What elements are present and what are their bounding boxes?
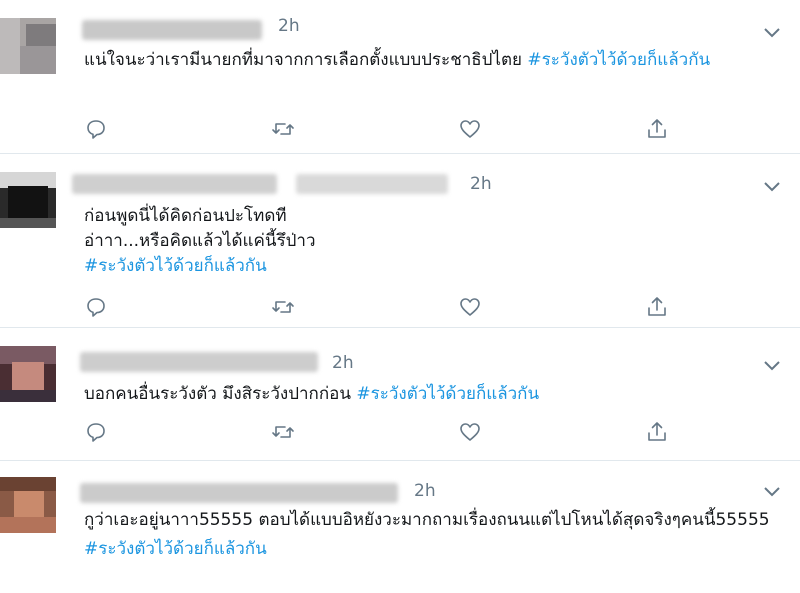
tweet-2[interactable]: 2h ก่อนพูดนี่ได้คิดก่อนปะโทดที อ่าาา...ห… <box>0 154 800 324</box>
retweet-icon <box>272 426 294 438</box>
retweet-icon <box>272 301 294 313</box>
tweet-1[interactable]: 2h แน่ใจนะว่าเรามีนายกที่มาจากการเลือกตั… <box>0 0 800 153</box>
share-icon <box>648 297 666 316</box>
reply-button[interactable] <box>84 117 110 143</box>
reply-button[interactable] <box>84 420 110 446</box>
retweet-button[interactable] <box>271 295 297 321</box>
tweet-3[interactable]: 2h บอกคนอื่นระวังตัว มึงสิระวังปากก่อน #… <box>0 328 800 458</box>
share-button[interactable] <box>645 295 671 321</box>
share-button[interactable] <box>645 117 671 143</box>
avatar[interactable] <box>0 346 56 402</box>
hashtag-link[interactable]: #ระวังตัวไว้ด้วยก็แล้วกัน <box>84 537 782 562</box>
retweet-icon <box>272 123 294 135</box>
tweet-body: บอกคนอื่นระวังตัว มึงสิระวังปากก่อน <box>84 384 351 404</box>
chevron-down-icon[interactable] <box>762 485 782 499</box>
avatar[interactable] <box>0 172 56 228</box>
chevron-down-icon[interactable] <box>762 180 782 194</box>
heart-icon <box>460 423 480 441</box>
avatar[interactable] <box>0 477 56 533</box>
author-name-blurred[interactable] <box>72 174 277 194</box>
tweet-4[interactable]: 2h กูว่าเอะอยู่นาาา55555 ตอบได้แบบอิหยัง… <box>0 461 800 593</box>
tweet-body: กูว่าเอะอยู่นาาา55555 ตอบได้แบบอิหยังวะม… <box>84 510 770 530</box>
heart-icon <box>460 298 480 316</box>
like-button[interactable] <box>458 117 484 143</box>
reply-icon <box>87 423 105 442</box>
tweet-time[interactable]: 2h <box>332 353 354 373</box>
tweet-body: ก่อนพูดนี่ได้คิดก่อนปะโทดที อ่าาา...หรือ… <box>84 206 316 251</box>
share-button[interactable] <box>645 420 671 446</box>
share-icon <box>648 119 666 138</box>
author-handle-blurred[interactable] <box>296 174 448 194</box>
tweet-text: กูว่าเอะอยู่นาาา55555 ตอบได้แบบอิหยังวะม… <box>84 508 782 562</box>
tweet-actions <box>84 420 684 446</box>
hashtag-link[interactable]: #ระวังตัวไว้ด้วยก็แล้วกัน <box>84 254 782 279</box>
reply-icon <box>87 298 105 317</box>
retweet-button[interactable] <box>271 420 297 446</box>
like-button[interactable] <box>458 420 484 446</box>
hashtag-link[interactable]: #ระวังตัวไว้ด้วยก็แล้วกัน <box>356 384 539 404</box>
author-name-blurred[interactable] <box>80 352 318 372</box>
author-name-blurred[interactable] <box>80 483 398 503</box>
tweet-body: แน่ใจนะว่าเรามีนายกที่มาจากการเลือกตั้งแ… <box>84 50 522 70</box>
reply-button[interactable] <box>84 295 110 321</box>
tweet-time[interactable]: 2h <box>278 16 300 36</box>
like-button[interactable] <box>458 295 484 321</box>
tweet-text: แน่ใจนะว่าเรามีนายกที่มาจากการเลือกตั้งแ… <box>84 48 782 73</box>
chevron-down-icon[interactable] <box>762 26 782 40</box>
share-icon <box>648 422 666 441</box>
retweet-button[interactable] <box>271 117 297 143</box>
chevron-down-icon[interactable] <box>762 359 782 373</box>
author-name-blurred[interactable] <box>82 20 262 40</box>
avatar[interactable] <box>0 18 56 74</box>
reply-icon <box>87 120 105 139</box>
heart-icon <box>460 120 480 138</box>
tweet-actions <box>84 117 684 143</box>
tweet-time[interactable]: 2h <box>414 481 436 501</box>
tweet-time[interactable]: 2h <box>470 174 492 194</box>
tweet-actions <box>84 295 684 321</box>
tweet-text: บอกคนอื่นระวังตัว มึงสิระวังปากก่อน #ระว… <box>84 382 782 407</box>
hashtag-link[interactable]: #ระวังตัวไว้ด้วยก็แล้วกัน <box>527 50 710 70</box>
tweet-text: ก่อนพูดนี่ได้คิดก่อนปะโทดที อ่าาา...หรือ… <box>84 204 782 279</box>
